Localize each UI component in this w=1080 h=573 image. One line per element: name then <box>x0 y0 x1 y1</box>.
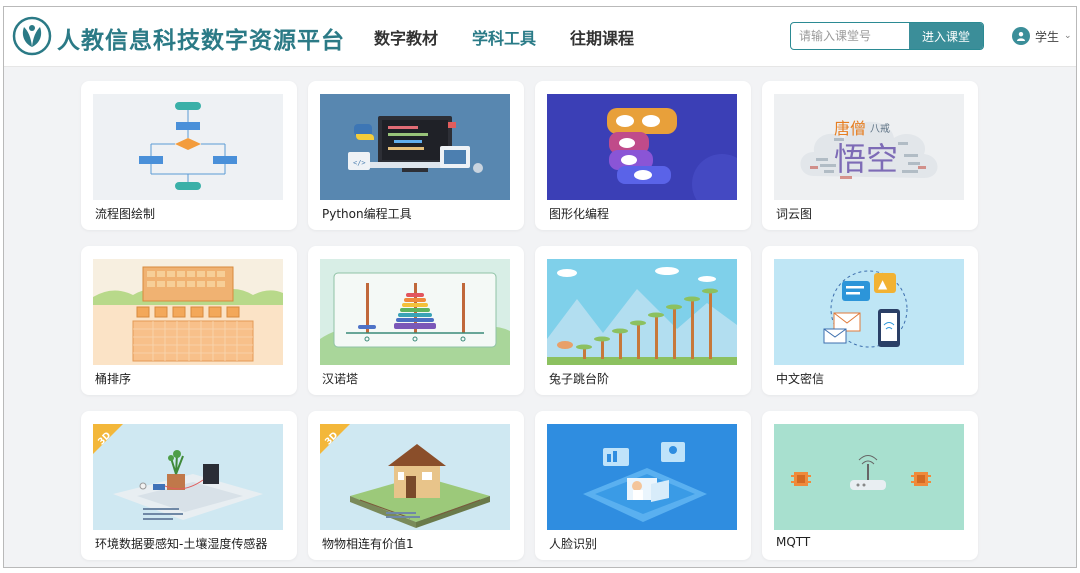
svg-text:</>: </> <box>353 159 366 167</box>
platform-logo-icon[interactable] <box>12 16 52 56</box>
tool-card-label: MQTT <box>776 535 811 549</box>
flowchart-thumbnail-icon <box>93 94 283 200</box>
top-header: 人教信息科技数字资源平台 数字教材 学科工具 往期课程 进入课堂 学生 ⌄ <box>4 7 1076 67</box>
tool-card-secret-message[interactable]: ▲ 中文密信 <box>762 246 978 395</box>
tool-card-label: 兔子跳台阶 <box>549 372 610 386</box>
bucket-sort-thumbnail-icon <box>93 259 283 365</box>
tool-card-label: 流程图绘制 <box>95 207 156 221</box>
hanoi-thumbnail-icon <box>320 259 510 365</box>
tool-card-label: 桶排序 <box>95 372 132 386</box>
tool-card-label: 汉诺塔 <box>322 372 359 386</box>
tool-card-label: 人脸识别 <box>549 537 598 551</box>
classroom-search: 进入课堂 <box>790 22 984 50</box>
mqtt-thumbnail-icon <box>774 424 964 530</box>
block-coding-thumbnail-icon <box>547 94 737 200</box>
soil-sensor-thumbnail-icon: 3D <box>93 424 283 530</box>
python-thumbnail-icon: </> <box>320 94 510 200</box>
tool-card-hanoi[interactable]: 汉诺塔 <box>308 246 524 395</box>
iot-house-thumbnail-icon: 3D <box>320 424 510 530</box>
user-role-label: 学生 <box>1035 29 1060 44</box>
tool-card-block-coding[interactable]: 图形化编程 <box>535 81 751 230</box>
rabbit-stairs-thumbnail-icon <box>547 259 737 365</box>
app-window: 人教信息科技数字资源平台 数字教材 学科工具 往期课程 进入课堂 学生 ⌄ <box>3 6 1077 568</box>
tool-card-mqtt[interactable]: MQTT <box>762 411 978 560</box>
tool-card-face-recognition[interactable]: 人脸识别 <box>535 411 751 560</box>
main-nav: 数字教材 学科工具 往期课程 <box>374 25 634 49</box>
tool-card-rabbit-stairs[interactable]: 兔子跳台阶 <box>535 246 751 395</box>
word-cloud-word: 悟空 <box>834 140 898 178</box>
tool-card-word-cloud[interactable]: 唐僧 八戒 悟空 词云图 <box>762 81 978 230</box>
tool-card-python[interactable]: </> Python编程工具 <box>308 81 524 230</box>
tool-card-label: 中文密信 <box>776 372 825 386</box>
word-cloud-thumbnail-icon: 唐僧 八戒 悟空 <box>774 94 964 200</box>
tool-card-soil-sensor[interactable]: 3D 环境数据要感知-土壤湿度传感器 <box>81 411 297 560</box>
tool-card-label: 图形化编程 <box>549 207 610 221</box>
secret-message-thumbnail-icon: ▲ <box>774 259 964 365</box>
user-avatar-icon <box>1012 27 1030 45</box>
tool-card-label: Python编程工具 <box>322 207 412 221</box>
face-recognition-thumbnail-icon <box>547 424 737 530</box>
tool-card-flowchart[interactable]: 流程图绘制 <box>81 81 297 230</box>
tool-card-label: 物物相连有价值1 <box>322 537 414 551</box>
tool-card-label: 词云图 <box>776 207 813 221</box>
tool-card-iot-house[interactable]: 3D 物物相连有价值1 <box>308 411 524 560</box>
svg-text:▲: ▲ <box>878 277 888 291</box>
nav-subject-tools[interactable]: 学科工具 <box>472 25 536 49</box>
user-menu[interactable]: 学生 ⌄ <box>1012 27 1072 45</box>
join-classroom-button[interactable]: 进入课堂 <box>909 23 983 49</box>
tool-card-bucket-sort[interactable]: 桶排序 <box>81 246 297 395</box>
site-title: 人教信息科技数字资源平台 <box>57 27 345 54</box>
chevron-down-icon: ⌄ <box>1064 31 1072 41</box>
nav-digital-textbook[interactable]: 数字教材 <box>374 25 438 49</box>
tools-grid: 流程图绘制 </> Python编程工具 图形化编程 唐僧 八戒 悟空 词云图 … <box>81 81 978 560</box>
word-cloud-word: 八戒 <box>870 123 890 135</box>
word-cloud-word: 唐僧 <box>834 119 866 138</box>
classroom-code-input[interactable] <box>791 23 909 49</box>
nav-past-courses[interactable]: 往期课程 <box>570 25 634 49</box>
tool-card-label: 环境数据要感知-土壤湿度传感器 <box>95 537 268 551</box>
